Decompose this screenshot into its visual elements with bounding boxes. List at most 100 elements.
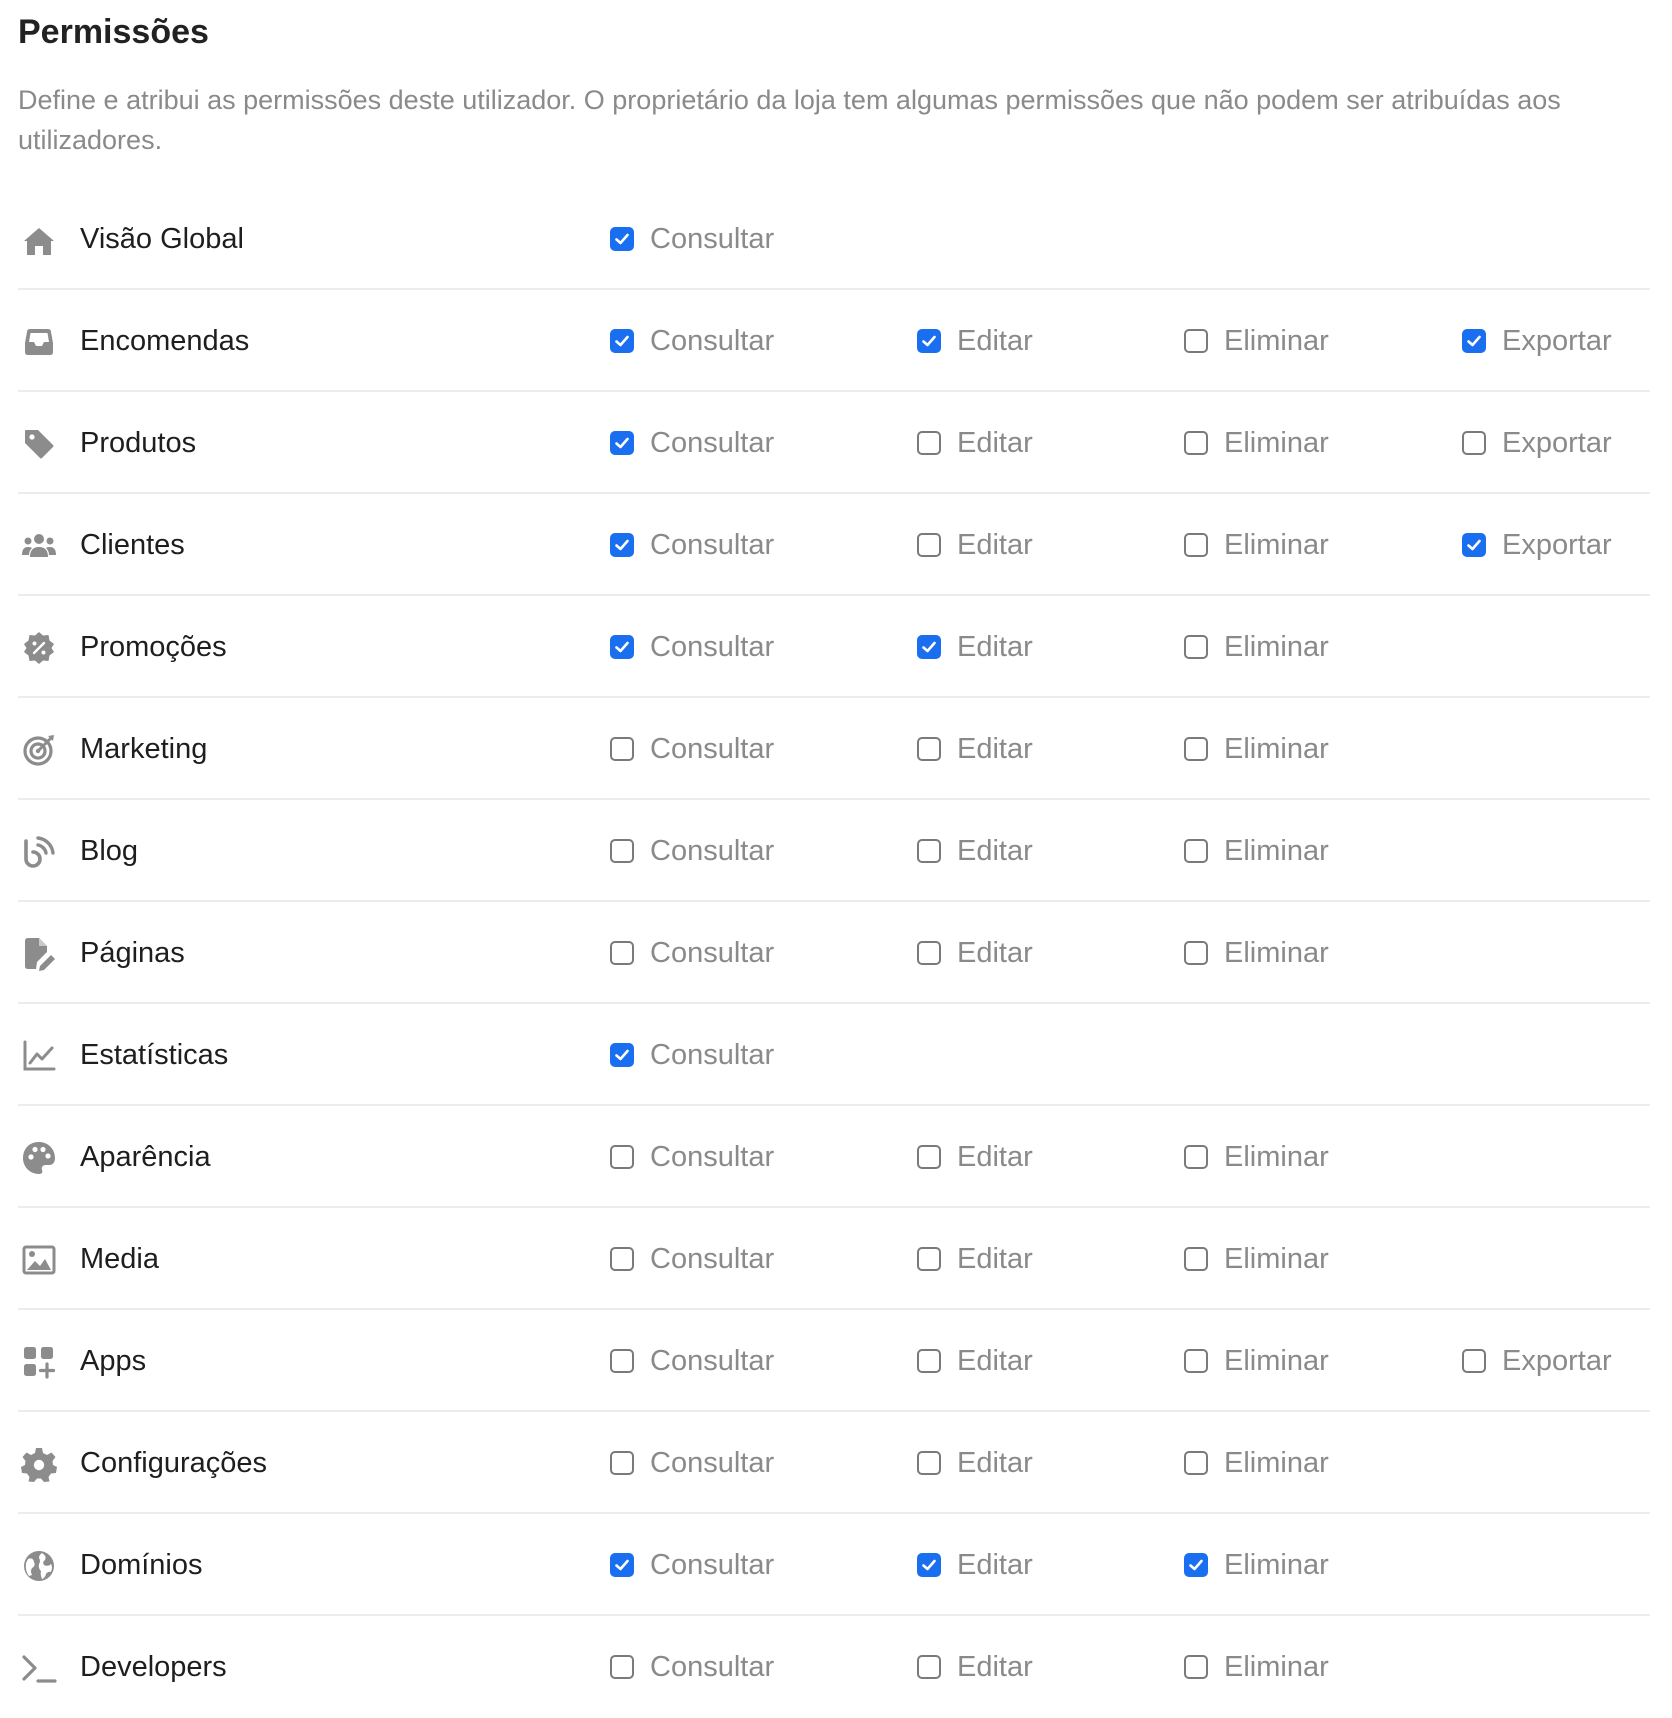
permission-exportar-checkbox[interactable]: Exportar	[1462, 1342, 1612, 1380]
checkbox-unchecked[interactable]	[1184, 635, 1208, 659]
checkbox-checked[interactable]	[610, 533, 634, 557]
permission-eliminar-checkbox[interactable]: Eliminar	[1184, 1138, 1329, 1176]
checkbox-unchecked[interactable]	[917, 533, 941, 557]
checkbox-unchecked[interactable]	[917, 941, 941, 965]
permission-editar-checkbox[interactable]: Editar	[917, 1444, 1033, 1482]
checkbox-checked[interactable]	[917, 1553, 941, 1577]
permission-consultar-checkbox[interactable]: Consultar	[610, 322, 774, 360]
permission-consultar-checkbox[interactable]: Consultar	[610, 832, 774, 870]
permission-row-label: Apps	[80, 1345, 147, 1377]
checkbox-unchecked[interactable]	[917, 1145, 941, 1169]
permission-consultar-checkbox[interactable]: Consultar	[610, 526, 774, 564]
permission-consultar-checkbox[interactable]: Consultar	[610, 1444, 774, 1482]
checkbox-unchecked[interactable]	[1184, 329, 1208, 353]
permission-label: Eliminar	[1224, 1345, 1329, 1377]
checkbox-checked[interactable]	[610, 329, 634, 353]
permission-eliminar-checkbox[interactable]: Eliminar	[1184, 1240, 1329, 1278]
checkbox-unchecked[interactable]	[917, 431, 941, 455]
permission-eliminar-checkbox[interactable]: Eliminar	[1184, 832, 1329, 870]
checkbox-checked[interactable]	[610, 227, 634, 251]
checkbox-checked[interactable]	[1184, 1553, 1208, 1577]
permission-exportar-checkbox[interactable]: Exportar	[1462, 322, 1612, 360]
permission-editar-checkbox[interactable]: Editar	[917, 1546, 1033, 1584]
inbox-tray-icon	[20, 323, 58, 361]
checkbox-unchecked[interactable]	[610, 737, 634, 761]
checkbox-unchecked[interactable]	[917, 1247, 941, 1271]
apps-grid-plus-icon	[20, 1343, 58, 1381]
permission-editar-checkbox[interactable]: Editar	[917, 1648, 1033, 1686]
permission-label: Editar	[957, 733, 1033, 765]
permission-exportar-checkbox[interactable]: Exportar	[1462, 526, 1612, 564]
permission-consultar-checkbox[interactable]: Consultar	[610, 1648, 774, 1686]
permission-eliminar-checkbox[interactable]: Eliminar	[1184, 1546, 1329, 1584]
permission-eliminar-checkbox[interactable]: Eliminar	[1184, 526, 1329, 564]
permission-consultar-checkbox[interactable]: Consultar	[610, 424, 774, 462]
permission-editar-checkbox[interactable]: Editar	[917, 1342, 1033, 1380]
checkbox-unchecked[interactable]	[917, 737, 941, 761]
checkbox-unchecked[interactable]	[1184, 737, 1208, 761]
permission-eliminar-checkbox[interactable]: Eliminar	[1184, 730, 1329, 768]
checkbox-unchecked[interactable]	[1184, 533, 1208, 557]
permission-consultar-checkbox[interactable]: Consultar	[610, 1342, 774, 1380]
checkbox-unchecked[interactable]	[610, 941, 634, 965]
checkbox-unchecked[interactable]	[1184, 1247, 1208, 1271]
permission-editar-checkbox[interactable]: Editar	[917, 1138, 1033, 1176]
permission-consultar-checkbox[interactable]: Consultar	[610, 1546, 774, 1584]
permission-exportar-checkbox[interactable]: Exportar	[1462, 424, 1612, 462]
checkbox-unchecked[interactable]	[610, 1349, 634, 1373]
permission-eliminar-checkbox[interactable]: Eliminar	[1184, 322, 1329, 360]
checkbox-unchecked[interactable]	[1184, 1349, 1208, 1373]
checkbox-unchecked[interactable]	[917, 839, 941, 863]
permission-editar-checkbox[interactable]: Editar	[917, 322, 1033, 360]
permission-eliminar-checkbox[interactable]: Eliminar	[1184, 424, 1329, 462]
permission-editar-checkbox[interactable]: Editar	[917, 730, 1033, 768]
permission-editar-checkbox[interactable]: Editar	[917, 1240, 1033, 1278]
checkbox-unchecked[interactable]	[917, 1349, 941, 1373]
checkbox-checked[interactable]	[1462, 329, 1486, 353]
checkbox-unchecked[interactable]	[610, 1655, 634, 1679]
checkbox-unchecked[interactable]	[917, 1655, 941, 1679]
permission-eliminar-checkbox[interactable]: Eliminar	[1184, 934, 1329, 972]
checkbox-unchecked[interactable]	[1184, 941, 1208, 965]
checkbox-checked[interactable]	[610, 1043, 634, 1067]
permission-eliminar-checkbox[interactable]: Eliminar	[1184, 628, 1329, 666]
checkbox-checked[interactable]	[1462, 533, 1486, 557]
permission-eliminar-checkbox[interactable]: Eliminar	[1184, 1648, 1329, 1686]
checkbox-unchecked[interactable]	[1462, 1349, 1486, 1373]
permission-editar-checkbox[interactable]: Editar	[917, 424, 1033, 462]
permission-editar-checkbox[interactable]: Editar	[917, 526, 1033, 564]
checkmark-icon	[615, 233, 629, 245]
checkbox-checked[interactable]	[610, 1553, 634, 1577]
permission-consultar-checkbox[interactable]: Consultar	[610, 628, 774, 666]
checkbox-unchecked[interactable]	[610, 1451, 634, 1475]
checkbox-unchecked[interactable]	[610, 1247, 634, 1271]
checkbox-unchecked[interactable]	[610, 839, 634, 863]
permission-consultar-checkbox[interactable]: Consultar	[610, 1138, 774, 1176]
permission-eliminar-checkbox[interactable]: Eliminar	[1184, 1342, 1329, 1380]
permission-label: Editar	[957, 1447, 1033, 1479]
permission-eliminar-checkbox[interactable]: Eliminar	[1184, 1444, 1329, 1482]
checkbox-unchecked[interactable]	[1184, 431, 1208, 455]
checkbox-checked[interactable]	[917, 635, 941, 659]
permission-editar-checkbox[interactable]: Editar	[917, 628, 1033, 666]
checkbox-unchecked[interactable]	[1184, 1145, 1208, 1169]
permission-label: Exportar	[1502, 325, 1612, 357]
checkbox-unchecked[interactable]	[1184, 1451, 1208, 1475]
permission-editar-checkbox[interactable]: Editar	[917, 934, 1033, 972]
permission-consultar-checkbox[interactable]: Consultar	[610, 730, 774, 768]
permission-consultar-checkbox[interactable]: Consultar	[610, 220, 774, 258]
permission-row-aparencia: Aparência Consultar Editar Eliminar	[18, 1106, 1650, 1208]
checkbox-unchecked[interactable]	[610, 1145, 634, 1169]
checkbox-unchecked[interactable]	[1184, 839, 1208, 863]
permission-consultar-checkbox[interactable]: Consultar	[610, 1036, 774, 1074]
checkbox-checked[interactable]	[610, 635, 634, 659]
permission-consultar-checkbox[interactable]: Consultar	[610, 1240, 774, 1278]
checkbox-checked[interactable]	[917, 329, 941, 353]
checkbox-checked[interactable]	[610, 431, 634, 455]
permission-label: Editar	[957, 1141, 1033, 1173]
checkbox-unchecked[interactable]	[917, 1451, 941, 1475]
checkbox-unchecked[interactable]	[1462, 431, 1486, 455]
checkbox-unchecked[interactable]	[1184, 1655, 1208, 1679]
permission-editar-checkbox[interactable]: Editar	[917, 832, 1033, 870]
permission-consultar-checkbox[interactable]: Consultar	[610, 934, 774, 972]
